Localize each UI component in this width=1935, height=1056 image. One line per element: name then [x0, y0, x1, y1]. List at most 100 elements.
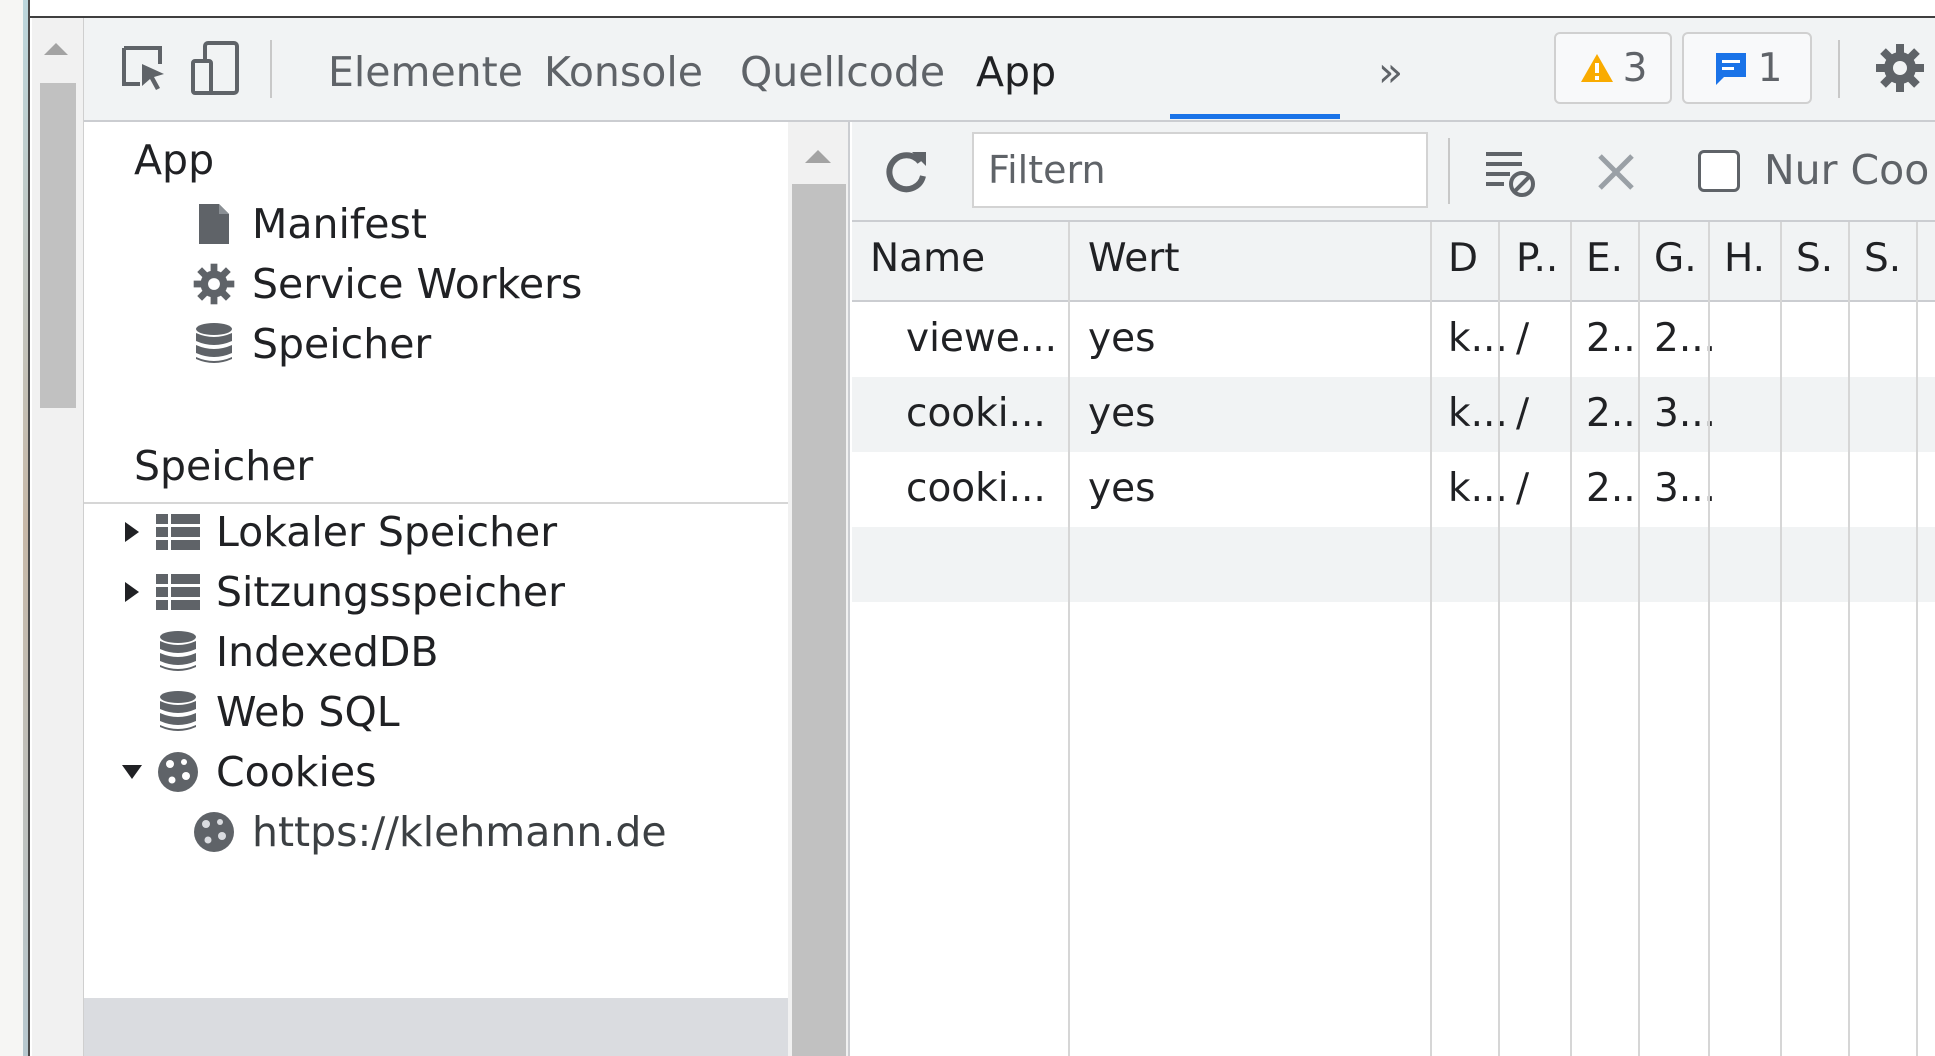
- cookie-value: yes: [1088, 316, 1156, 361]
- warning-icon: [1580, 54, 1613, 82]
- cookie-icon: [186, 804, 242, 860]
- database-icon: [150, 624, 206, 680]
- delete-icon[interactable]: [1584, 140, 1648, 204]
- table-row[interactable]: cooki... yes k... / 2.. 3...: [852, 377, 1935, 452]
- column-header[interactable]: H.: [1724, 236, 1765, 281]
- table-row[interactable]: viewe... yes k... / 2.. 2...: [852, 302, 1935, 377]
- column-header[interactable]: Name: [870, 236, 985, 281]
- scrollbar-thumb[interactable]: [40, 83, 76, 408]
- sidebar-item-label: Manifest: [252, 200, 427, 248]
- column-header[interactable]: S.: [1864, 236, 1901, 281]
- table-header: Name Wert D P.. E. G. H. S. S.: [852, 222, 1935, 302]
- cookie-table: Name Wert D P.. E. G. H. S. S. viewe... …: [852, 222, 1935, 1056]
- table-icon: [150, 504, 206, 560]
- sidebar-item-label: Speicher: [252, 320, 432, 368]
- desktop-edge: [0, 0, 30, 1056]
- device-toolbar-icon[interactable]: [184, 36, 248, 100]
- sidebar-item-label: IndexedDB: [216, 628, 439, 676]
- sidebar-item-label: Web SQL: [216, 688, 400, 736]
- toolbar-separator: [1448, 138, 1450, 204]
- tab-console[interactable]: Konsole: [540, 48, 707, 118]
- warnings-counter[interactable]: 3: [1554, 32, 1672, 104]
- messages-counter[interactable]: 1: [1682, 32, 1812, 104]
- cookie-expires: 2..: [1586, 466, 1636, 511]
- sidebar-item-storage[interactable]: Speicher: [186, 314, 431, 374]
- scroll-up-arrow[interactable]: [44, 43, 68, 55]
- table-row[interactable]: cooki... yes k... / 2.. 3...: [852, 452, 1935, 527]
- toolbar-separator: [1838, 40, 1840, 98]
- column-header[interactable]: D: [1448, 236, 1478, 281]
- chevron-double-right-icon[interactable]: »: [1374, 48, 1407, 118]
- refresh-icon[interactable]: [874, 140, 938, 204]
- database-icon: [150, 684, 206, 740]
- expand-triangle-icon[interactable]: [114, 564, 150, 620]
- sidebar-item-cookie-origin[interactable]: https://klehmann.de: [186, 802, 667, 862]
- column-divider[interactable]: [1068, 222, 1070, 1056]
- messages-count: 1: [1757, 45, 1783, 91]
- cookie-path: /: [1516, 466, 1530, 511]
- sidebar-item-label: Sitzungsspeicher: [216, 568, 565, 616]
- tab-elements[interactable]: Elemente: [324, 48, 527, 118]
- column-header[interactable]: E.: [1586, 236, 1623, 281]
- sidebar-item-local-storage[interactable]: Lokaler Speicher: [114, 502, 557, 562]
- column-divider[interactable]: [1570, 222, 1572, 1056]
- toolbar-separator: [270, 40, 272, 98]
- column-header[interactable]: Wert: [1088, 236, 1180, 281]
- outer-scrollbar[interactable]: [32, 18, 84, 1056]
- column-divider[interactable]: [1430, 222, 1432, 1056]
- application-sidebar: App Manifest Service Workers Speicher Sp…: [84, 122, 788, 1056]
- sidebar-item-indexeddb[interactable]: IndexedDB: [150, 622, 439, 682]
- cookie-size: 3...: [1654, 391, 1717, 436]
- expand-triangle-icon[interactable]: [114, 504, 150, 560]
- empty-table-row: [852, 527, 1935, 602]
- cookie-size: 2...: [1654, 316, 1717, 361]
- collapse-triangle-icon[interactable]: [114, 744, 150, 800]
- selected-row-highlight: [84, 998, 788, 1056]
- column-header[interactable]: G.: [1654, 236, 1697, 281]
- sidebar-item-service-workers[interactable]: Service Workers: [186, 254, 582, 314]
- cookie-toolbar: Nur Coo: [852, 122, 1935, 222]
- tab-application[interactable]: App: [972, 48, 1060, 118]
- sidebar-item-label: https://klehmann.de: [252, 808, 667, 856]
- sidebar-item-web-sql[interactable]: Web SQL: [150, 682, 400, 742]
- sidebar-item-session-storage[interactable]: Sitzungsspeicher: [114, 562, 565, 622]
- table-icon: [150, 564, 206, 620]
- scroll-up-arrow[interactable]: [805, 150, 831, 163]
- only-cookies-label[interactable]: Nur Coo: [1764, 146, 1929, 194]
- section-title-app: App: [134, 136, 215, 184]
- gear-icon: [186, 256, 242, 312]
- column-header[interactable]: P..: [1516, 236, 1558, 281]
- window-top-edge: [30, 0, 1935, 18]
- column-divider[interactable]: [1498, 222, 1500, 1056]
- cookie-name: cooki...: [906, 391, 1046, 436]
- column-header[interactable]: S.: [1796, 236, 1833, 281]
- sidebar-item-cookies[interactable]: Cookies: [114, 742, 377, 802]
- cookie-path: /: [1516, 391, 1530, 436]
- clear-filtered-icon[interactable]: [1478, 140, 1542, 204]
- database-icon: [186, 316, 242, 372]
- sidebar-item-label: Cookies: [216, 748, 377, 796]
- sidebar-item-label: Lokaler Speicher: [216, 508, 558, 556]
- sidebar-scrollbar[interactable]: [788, 122, 850, 1056]
- column-divider[interactable]: [1848, 222, 1850, 1056]
- sidebar-item-manifest[interactable]: Manifest: [186, 194, 427, 254]
- inspect-element-icon[interactable]: [112, 36, 176, 100]
- file-icon: [186, 196, 242, 252]
- cookie-path: /: [1516, 316, 1530, 361]
- cookie-expires: 2..: [1586, 316, 1636, 361]
- devtools-toolbar: Elemente Konsole Quellcode App » 3 1: [84, 18, 1935, 122]
- column-divider[interactable]: [1708, 222, 1710, 1056]
- cookie-name: cooki...: [906, 466, 1046, 511]
- filter-input[interactable]: [972, 132, 1428, 208]
- column-divider[interactable]: [1638, 222, 1640, 1056]
- cookie-value: yes: [1088, 391, 1156, 436]
- column-divider[interactable]: [1780, 222, 1782, 1056]
- scrollbar-thumb[interactable]: [792, 184, 846, 1056]
- gear-icon[interactable]: [1868, 36, 1932, 100]
- warnings-count: 3: [1622, 45, 1648, 91]
- tab-sources[interactable]: Quellcode: [736, 48, 949, 118]
- cookie-panel: Nur Coo Name Wert D P.. E. G. H. S. S. v…: [852, 122, 1935, 1056]
- cookie-icon: [150, 744, 206, 800]
- only-cookies-checkbox[interactable]: [1698, 150, 1740, 192]
- column-divider[interactable]: [1916, 222, 1918, 1056]
